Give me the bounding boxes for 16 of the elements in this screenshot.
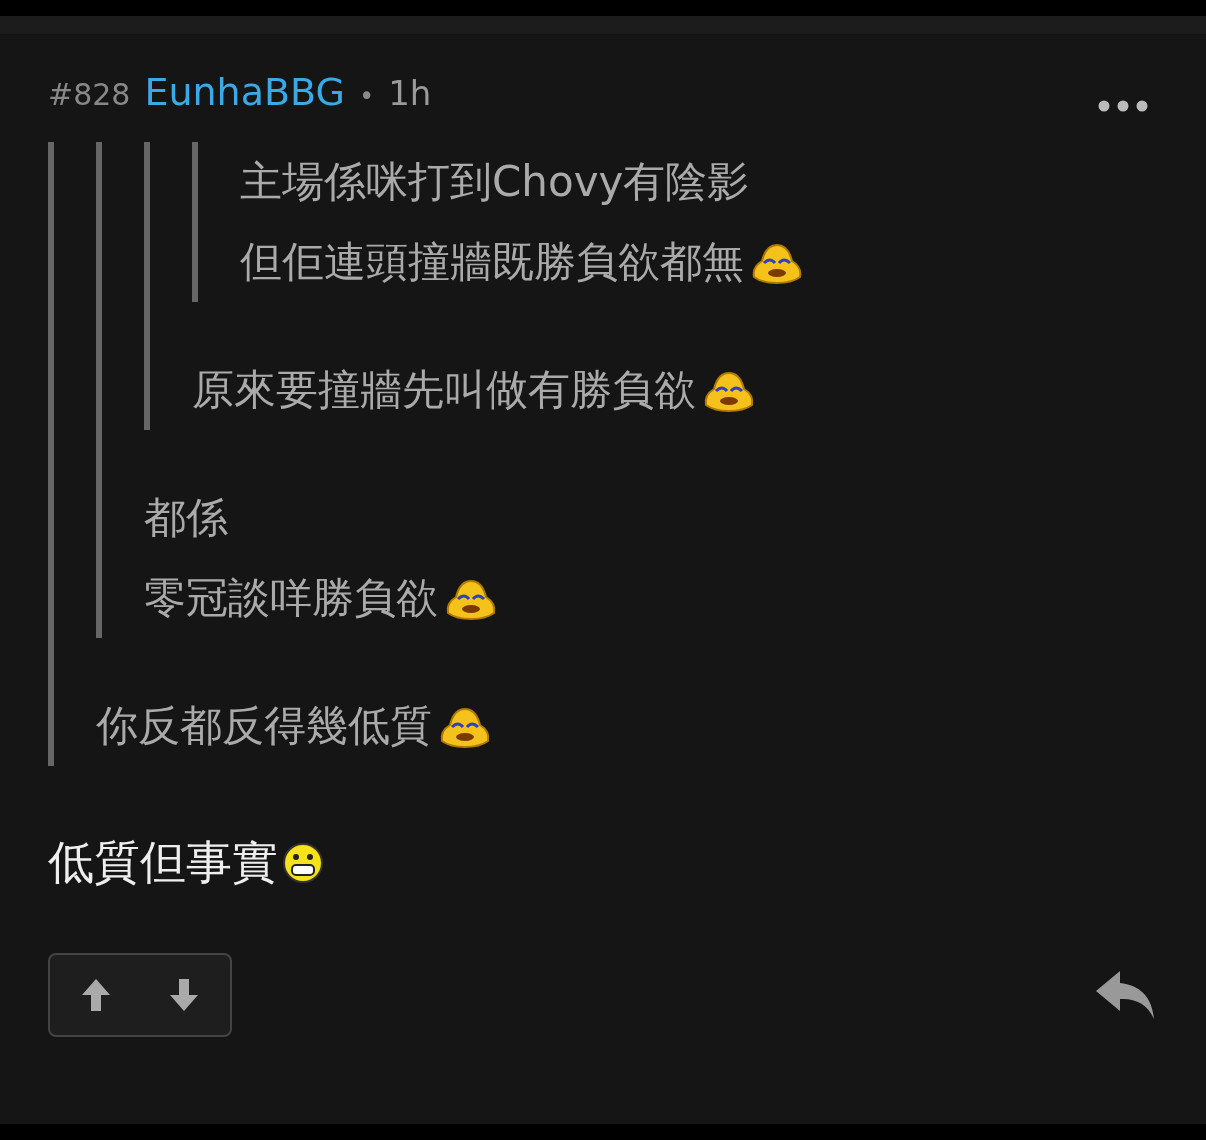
grinning-emoji-icon xyxy=(282,842,324,884)
post-number: #828 xyxy=(48,77,131,112)
separator-dot: • xyxy=(358,81,375,111)
more-options-icon[interactable] xyxy=(1098,100,1148,112)
quote-text: 零冠談咩勝負欲 xyxy=(144,572,438,624)
upvote-icon[interactable] xyxy=(82,979,110,1011)
downvote-icon[interactable] xyxy=(170,979,198,1011)
username-link[interactable]: EunhaBBG xyxy=(144,70,345,114)
quote-text: 但佢連頭撞牆既勝負欲都無 xyxy=(240,236,744,288)
quote-text: 都係 xyxy=(144,492,228,544)
quote-text: 原來要撞牆先叫做有勝負欲 xyxy=(192,364,696,416)
post-text: 低質但事實 xyxy=(48,834,278,891)
quote-text: 主場係咪打到Chovy有陰影 xyxy=(240,156,750,208)
reply-icon[interactable] xyxy=(1096,971,1156,1019)
post-time: 1h xyxy=(388,73,432,113)
quote-text: 你反都反得幾低質 xyxy=(96,700,432,752)
